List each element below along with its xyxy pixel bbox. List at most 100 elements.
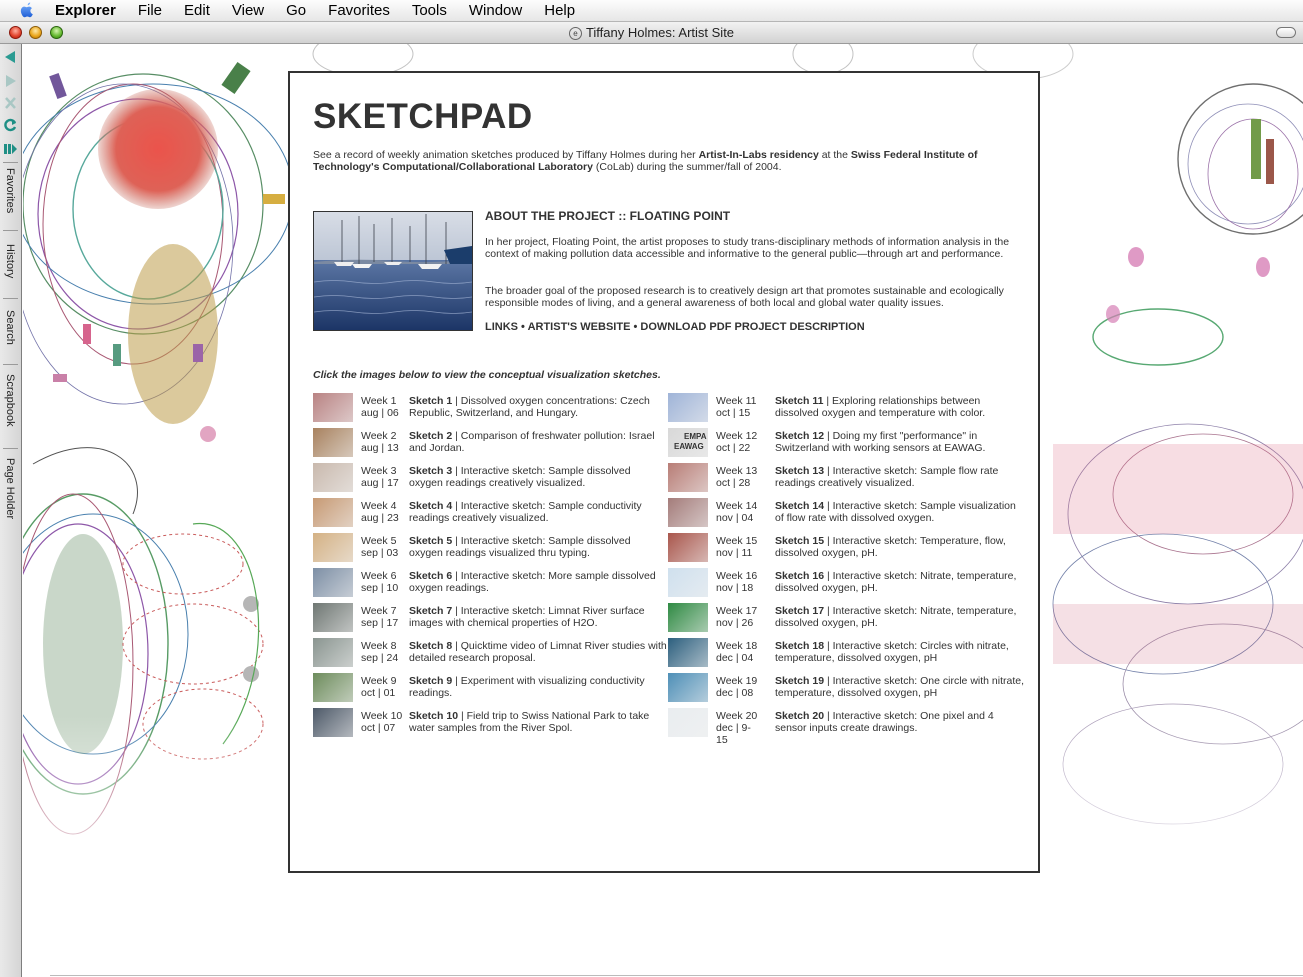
sketch-row[interactable]: Week 3 aug | 17 Sketch 3 | Interactive ske… xyxy=(313,463,663,498)
sketch-row[interactable]: Week 2 aug | 13 Sketch 2 | Comparison of f… xyxy=(313,428,663,463)
sidebar-tab-scrapbook[interactable]: Scrapbook xyxy=(0,374,22,444)
sketch-row[interactable]: Week 19 dec | 08 Sketch 19 | Interactive s… xyxy=(668,673,1028,708)
sketch-thumbnail[interactable] xyxy=(668,463,708,492)
sketch-row[interactable]: EMPA EAWAG Week 12 oct | 22 Sketch 12 | Doin… xyxy=(668,428,1028,463)
sketch-thumbnail[interactable] xyxy=(313,498,353,527)
sketch-thumbnail[interactable] xyxy=(668,638,708,667)
sketch-description[interactable]: Sketch 11 | Exploring relationships betw… xyxy=(775,395,1025,419)
sketch-row[interactable]: Week 6 sep | 10 Sketch 6 | Interactive ske… xyxy=(313,568,663,603)
sketch-row[interactable]: Week 17 nov | 26 Sketch 17 | Interactive s… xyxy=(668,603,1028,638)
sketch-description[interactable]: Sketch 15 | Interactive sketch: Temperat… xyxy=(775,535,1025,559)
menu-explorer[interactable]: Explorer xyxy=(55,0,116,22)
sketch-description[interactable]: Sketch 19 | Interactive sketch: One circ… xyxy=(775,675,1025,699)
menu-window[interactable]: Window xyxy=(469,0,522,22)
sketch-row[interactable]: Week 7 sep | 17 Sketch 7 | Interactive ske… xyxy=(313,603,663,638)
sketch-row[interactable]: Week 11 oct | 15 Sketch 11 | Exploring rel… xyxy=(668,393,1028,428)
sketch-thumbnail[interactable] xyxy=(668,708,708,737)
sketch-description[interactable]: Sketch 12 | Doing my first "performance"… xyxy=(775,430,1025,454)
sketch-title[interactable]: Sketch 18 xyxy=(775,640,824,652)
sketch-thumbnail[interactable] xyxy=(313,603,353,632)
sketch-description[interactable]: Sketch 1 | Dissolved oxygen concentratio… xyxy=(409,395,667,419)
sketch-title[interactable]: Sketch 14 xyxy=(775,500,824,512)
sketch-thumbnail[interactable] xyxy=(668,673,708,702)
sketch-title[interactable]: Sketch 20 xyxy=(775,710,824,722)
sketch-row[interactable]: Week 1 aug | 06 Sketch 1 | Dissolved oxyge… xyxy=(313,393,663,428)
back-arrow-icon[interactable] xyxy=(3,50,18,64)
sketch-description[interactable]: Sketch 14 | Interactive sketch: Sample v… xyxy=(775,500,1025,524)
sketch-thumbnail[interactable] xyxy=(313,428,353,457)
sketch-row[interactable]: Week 14 nov | 04 Sketch 14 | Interactive s… xyxy=(668,498,1028,533)
sketch-description[interactable]: Sketch 18 | Interactive sketch: Circles … xyxy=(775,640,1025,664)
sketch-description[interactable]: Sketch 8 | Quicktime video of Limnat Riv… xyxy=(409,640,667,664)
sketch-title[interactable]: Sketch 2 xyxy=(409,430,452,442)
sketch-title[interactable]: Sketch 13 xyxy=(775,465,824,477)
links-link[interactable]: LINKS xyxy=(485,321,518,333)
sketch-description[interactable]: Sketch 17 | Interactive sketch: Nitrate,… xyxy=(775,605,1025,629)
sketch-description[interactable]: Sketch 3 | Interactive sketch: Sample di… xyxy=(409,465,667,489)
sketch-title[interactable]: Sketch 17 xyxy=(775,605,824,617)
sketch-row[interactable]: Week 8 sep | 24 Sketch 8 | Quicktime video… xyxy=(313,638,667,673)
artist-website-link[interactable]: ARTIST'S WEBSITE xyxy=(528,321,631,333)
sketch-thumbnail[interactable] xyxy=(313,708,353,737)
sketch-title[interactable]: Sketch 16 xyxy=(775,570,824,582)
sketch-thumbnail[interactable] xyxy=(313,638,353,667)
sketch-description[interactable]: Sketch 4 | Interactive sketch: Sample co… xyxy=(409,500,667,524)
sketch-thumbnail[interactable]: EMPA EAWAG xyxy=(668,428,708,457)
menu-favorites[interactable]: Favorites xyxy=(328,0,390,22)
sketch-thumbnail[interactable] xyxy=(668,568,708,597)
sketch-title[interactable]: Sketch 11 xyxy=(775,395,823,407)
sketch-description[interactable]: Sketch 9 | Experiment with visualizing c… xyxy=(409,675,667,699)
sketch-title[interactable]: Sketch 3 xyxy=(409,465,452,477)
sidebar-tab-search[interactable]: Search xyxy=(0,310,22,360)
menu-help[interactable]: Help xyxy=(544,0,575,22)
sketch-description[interactable]: Sketch 10 | Field trip to Swiss National… xyxy=(409,710,667,734)
sketch-thumbnail[interactable] xyxy=(668,498,708,527)
sketch-title[interactable]: Sketch 19 xyxy=(775,675,824,687)
sidebar-tab-favorites[interactable]: Favorites xyxy=(0,168,22,228)
sketch-title[interactable]: Sketch 12 xyxy=(775,430,824,442)
sketch-row[interactable]: Week 20 dec | 9-15 Sketch 20 | Interactive… xyxy=(668,708,1028,746)
menu-go[interactable]: Go xyxy=(286,0,306,22)
menu-file[interactable]: File xyxy=(138,0,162,22)
home-icon[interactable] xyxy=(3,142,18,156)
sketch-thumbnail[interactable] xyxy=(313,533,353,562)
sketch-description[interactable]: Sketch 6 | Interactive sketch: More samp… xyxy=(409,570,667,594)
sketch-thumbnail[interactable] xyxy=(668,603,708,632)
sidebar-tab-page-holder[interactable]: Page Holder xyxy=(0,458,22,538)
sketch-title[interactable]: Sketch 10 xyxy=(409,710,458,722)
sketch-row[interactable]: Week 15 nov | 11 Sketch 15 | Interactive s… xyxy=(668,533,1028,568)
sketch-description[interactable]: Sketch 13 | Interactive sketch: Sample f… xyxy=(775,465,1025,489)
sketch-row[interactable]: Week 5 sep | 03 Sketch 5 | Interactive ske… xyxy=(313,533,663,568)
sketch-title[interactable]: Sketch 6 xyxy=(409,570,452,582)
sketch-thumbnail[interactable] xyxy=(313,463,353,492)
sketch-thumbnail[interactable] xyxy=(668,393,708,422)
sketch-row[interactable]: Week 10 oct | 07 Sketch 10 | Field trip to… xyxy=(313,708,663,743)
sketch-row[interactable]: Week 16 nov | 18 Sketch 16 | Interactive s… xyxy=(668,568,1028,603)
sketch-description[interactable]: Sketch 20 | Interactive sketch: One pixe… xyxy=(775,710,1025,734)
sketch-description[interactable]: Sketch 2 | Comparison of freshwater poll… xyxy=(409,430,667,454)
sketch-row[interactable]: Week 9 oct | 01 Sketch 9 | Experiment with… xyxy=(313,673,663,708)
refresh-icon[interactable] xyxy=(3,118,18,132)
download-pdf-link[interactable]: DOWNLOAD PDF PROJECT DESCRIPTION xyxy=(640,321,864,333)
sketch-title[interactable]: Sketch 1 xyxy=(409,395,452,407)
apple-menu-icon[interactable] xyxy=(19,2,35,19)
sketch-thumbnail[interactable] xyxy=(668,533,708,562)
sketch-thumbnail[interactable] xyxy=(313,568,353,597)
sketch-title[interactable]: Sketch 4 xyxy=(409,500,452,512)
sketch-description[interactable]: Sketch 7 | Interactive sketch: Limnat Ri… xyxy=(409,605,667,629)
menu-edit[interactable]: Edit xyxy=(184,0,210,22)
menu-view[interactable]: View xyxy=(232,0,264,22)
sketch-title[interactable]: Sketch 15 xyxy=(775,535,824,547)
sketch-description[interactable]: Sketch 5 | Interactive sketch: Sample di… xyxy=(409,535,667,559)
sketch-title[interactable]: Sketch 7 xyxy=(409,605,452,617)
forward-arrow-icon[interactable] xyxy=(3,74,18,88)
sketch-thumbnail[interactable] xyxy=(313,393,353,422)
sketch-title[interactable]: Sketch 8 xyxy=(409,640,452,652)
menu-tools[interactable]: Tools xyxy=(412,0,447,22)
sketch-row[interactable]: Week 18 dec | 04 Sketch 18 | Interactive s… xyxy=(668,638,1028,673)
sketch-row[interactable]: Week 4 aug | 23 Sketch 4 | Interactive ske… xyxy=(313,498,663,533)
sketch-title[interactable]: Sketch 9 xyxy=(409,675,452,687)
toolbar-toggle-button[interactable] xyxy=(1276,27,1296,38)
sketch-description[interactable]: Sketch 16 | Interactive sketch: Nitrate,… xyxy=(775,570,1025,594)
stop-icon[interactable] xyxy=(3,96,18,110)
